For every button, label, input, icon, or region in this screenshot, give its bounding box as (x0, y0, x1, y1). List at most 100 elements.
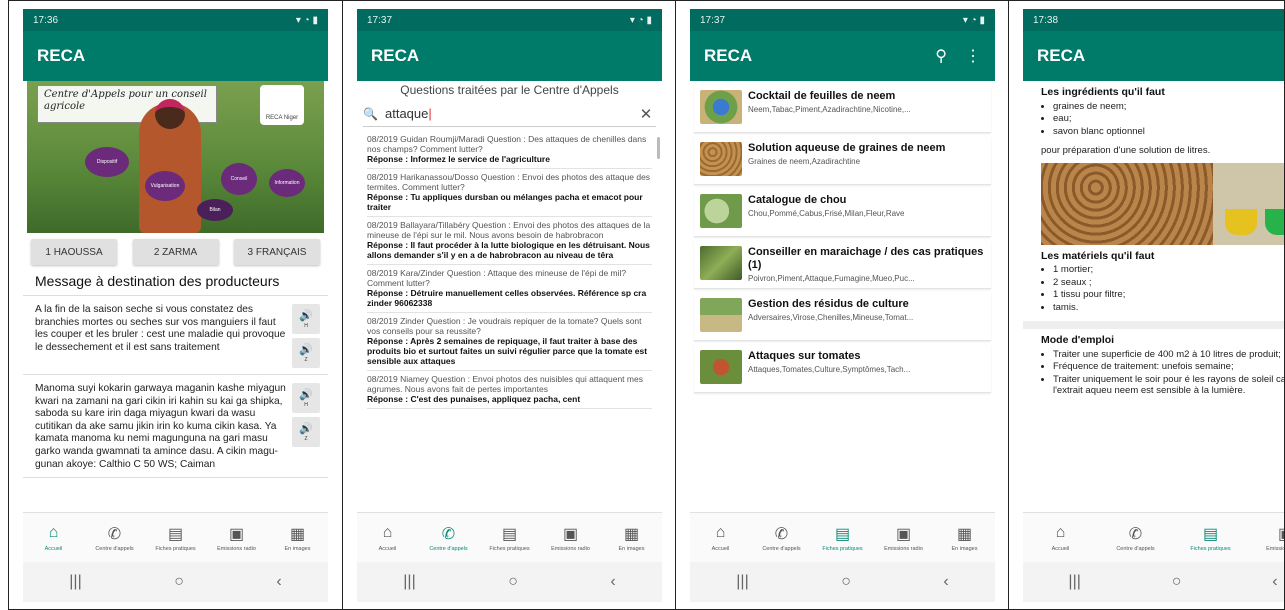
bottom-nav: ⌂ Accueil ✆ Centre d'appels ▤ Fiches pratiq… (23, 512, 328, 562)
speaker-icon: 🔊 (299, 344, 313, 356)
nav-radio[interactable]: ▣Emissions radio (206, 513, 267, 562)
fiche-card[interactable]: Cocktail de feuilles de neem Neem,Tabac,P… (694, 85, 991, 133)
fiche-thumbnail (700, 246, 742, 280)
message-item: A la fin de la saison seche si vous cons… (23, 296, 328, 375)
images-icon: ▦ (289, 525, 306, 543)
reca-logo: RECA Niger (260, 85, 304, 125)
clipboard-icon: ▤ (501, 525, 518, 543)
nav-call-center[interactable]: ✆ Centre d'appels (1098, 513, 1173, 562)
nav-images[interactable]: ▦ En images (934, 513, 995, 562)
fiche-thumbnail (700, 298, 742, 332)
question-item[interactable]: 08/2019 Harikanassou/Dosso Question : En… (367, 169, 652, 217)
fiche-thumbnail (700, 350, 742, 384)
question-item[interactable]: 08/2019 Zinder Question : Je voudrais re… (367, 313, 652, 371)
scrollbar[interactable] (657, 137, 660, 159)
hero-bubble: Vulgarisation (145, 171, 185, 201)
app-bar: RECA (23, 31, 328, 81)
nav-call-center[interactable]: ✆ Centre d'appels (84, 513, 145, 562)
status-bar: 17:37 ▾ ◔ ▮ (690, 9, 995, 31)
status-bar: 17:37 ▾ ◔ ▮ (357, 9, 662, 31)
app-bar: RECA ⚲ (1023, 31, 1284, 81)
back-icon[interactable]: ‹ (610, 573, 615, 591)
play-audio-button[interactable]: 🔊 H (292, 383, 320, 413)
question-item[interactable]: 08/2019 Guidan Roumji/Maradi Question : … (367, 131, 652, 169)
hero-bubble: Bilan (197, 199, 233, 221)
clipboard-icon: ▤ (1202, 525, 1219, 543)
message-item: Manoma suyi kokarin garwaya maganin kash… (23, 375, 328, 479)
nav-images[interactable]: ▦ En images (601, 513, 662, 562)
home-icon: ⌂ (1055, 523, 1066, 541)
materials-title: Les matériels qu'il faut (1041, 249, 1155, 262)
clipboard-icon: ▤ (167, 525, 184, 543)
hero-bubble: Dispositif (85, 147, 129, 177)
status-time: 17:37 (700, 14, 726, 26)
question-item[interactable]: 08/2019 Kara/Zinder Question : Attaque d… (367, 265, 652, 313)
nav-call-center[interactable]: ✆ Centre d'appels (418, 513, 479, 562)
play-audio-button[interactable]: 🔊 H (292, 304, 320, 334)
home-button-icon[interactable]: ○ (1172, 573, 1182, 591)
nav-fiches[interactable]: ▤ Fiches pratiques (479, 513, 540, 562)
phone-icon: ✆ (774, 525, 789, 543)
home-button-icon[interactable]: ○ (508, 573, 518, 591)
system-nav: ||| ○ ‹ (1023, 562, 1284, 602)
prep-text: pour préparation d'une solution de litre… (1041, 145, 1211, 156)
message-text: A la fin de la saison seche si vous cons… (35, 304, 286, 353)
nav-home[interactable]: ⌂ Accueil (23, 513, 84, 562)
search-input[interactable]: attaque| (385, 106, 636, 121)
search-icon[interactable]: ⚲ (935, 46, 947, 66)
fiche-card[interactable]: Attaques sur tomates Attaques,Tomates,Cul… (694, 345, 991, 393)
status-icons: ▾ ◔ ▮ (295, 14, 318, 26)
nav-home[interactable]: ⌂ Accueil (690, 513, 751, 562)
clear-icon[interactable]: ✕ (636, 105, 656, 123)
speaker-icon: 🔊 (299, 423, 313, 435)
status-time: 17:37 (367, 14, 393, 26)
nav-fiches[interactable]: ▤ Fiches pratiques (812, 513, 873, 562)
play-audio-button[interactable]: 🔊 Z (292, 417, 320, 447)
question-item[interactable]: 08/2019 Ballayara/Tillabéry Question : E… (367, 217, 652, 265)
home-icon: ⌂ (715, 523, 726, 541)
nav-call-center[interactable]: ✆ Centre d'appels (751, 513, 812, 562)
fiche-card[interactable]: Catalogue de chou Chou,Pommé,Cabus,Frisé,… (694, 189, 991, 237)
nav-images[interactable]: ▦ En images (267, 513, 328, 562)
radio-icon: ▣ (228, 525, 245, 543)
lang-zarma-button[interactable]: 2 ZARMA (132, 239, 219, 265)
recents-icon[interactable]: ||| (69, 573, 81, 591)
more-vert-icon[interactable]: ⋮ (965, 46, 981, 66)
nav-fiches[interactable]: ▤ Fiches pratiques (145, 513, 206, 562)
phone-call-center: 17:37 ▾ ◔ ▮ RECA Questions traitées par … (357, 9, 662, 602)
lang-francais-button[interactable]: 3 FRANÇAIS (234, 239, 320, 265)
recents-icon[interactable]: ||| (403, 573, 415, 591)
back-icon[interactable]: ‹ (1272, 573, 1277, 591)
question-item[interactable]: 08/2019 Niamey Question : Envoi photos d… (367, 371, 652, 409)
home-button-icon[interactable]: ○ (841, 573, 851, 591)
fiche-card[interactable]: Conseiller en maraichage / des cas prati… (694, 241, 991, 289)
lang-haoussa-button[interactable]: 1 HAOUSSA (31, 239, 117, 265)
bottom-nav: ⌂ Accueil ✆ Centre d'appels ▤ Fiches pratiq… (357, 512, 662, 562)
fiche-card[interactable]: Solution aqueuse de graines de neem Grain… (694, 137, 991, 185)
nav-home[interactable]: ⌂ Accueil (357, 513, 418, 562)
nav-radio[interactable]: ▣Emissions radio (1248, 513, 1284, 562)
play-audio-button[interactable]: 🔊 Z (292, 338, 320, 368)
home-icon: ⌂ (382, 523, 393, 541)
status-icons: ▾ ◔ ▮ (629, 14, 652, 26)
recents-icon[interactable]: ||| (736, 573, 748, 591)
screenshot-grid: 17:36 ▾ ◔ ▮ RECA Centre d'Appels pour un… (8, 0, 1285, 610)
recents-icon[interactable]: ||| (1068, 573, 1080, 591)
nav-home[interactable]: ⌂ Accueil (1023, 513, 1098, 562)
fiche-card[interactable]: Gestion des résidus de culture Adversaire… (694, 293, 991, 341)
fiche-content: Les ingrédients qu'il faut graines de ne… (1023, 81, 1284, 397)
message-text: Manoma suyi kokarin garwaya maganin kash… (35, 383, 286, 470)
nav-fiches[interactable]: ▤ Fiches pratiques (1173, 513, 1248, 562)
fiche-thumbnail (700, 90, 742, 124)
home-button-icon[interactable]: ○ (174, 573, 184, 591)
back-icon[interactable]: ‹ (943, 573, 948, 591)
status-bar: 17:36 ▾ ◔ ▮ (23, 9, 328, 31)
nav-radio[interactable]: ▣Emissions radio (873, 513, 934, 562)
system-nav: ||| ○ ‹ (357, 562, 662, 602)
status-time: 17:38 (1033, 14, 1059, 26)
fiche-thumbnail (700, 142, 742, 176)
back-icon[interactable]: ‹ (276, 573, 281, 591)
app-bar: RECA ⚲ ⋮ (690, 31, 995, 81)
nav-radio[interactable]: ▣Emissions radio (540, 513, 601, 562)
status-bar: 17:38 ▾ (1023, 9, 1284, 31)
